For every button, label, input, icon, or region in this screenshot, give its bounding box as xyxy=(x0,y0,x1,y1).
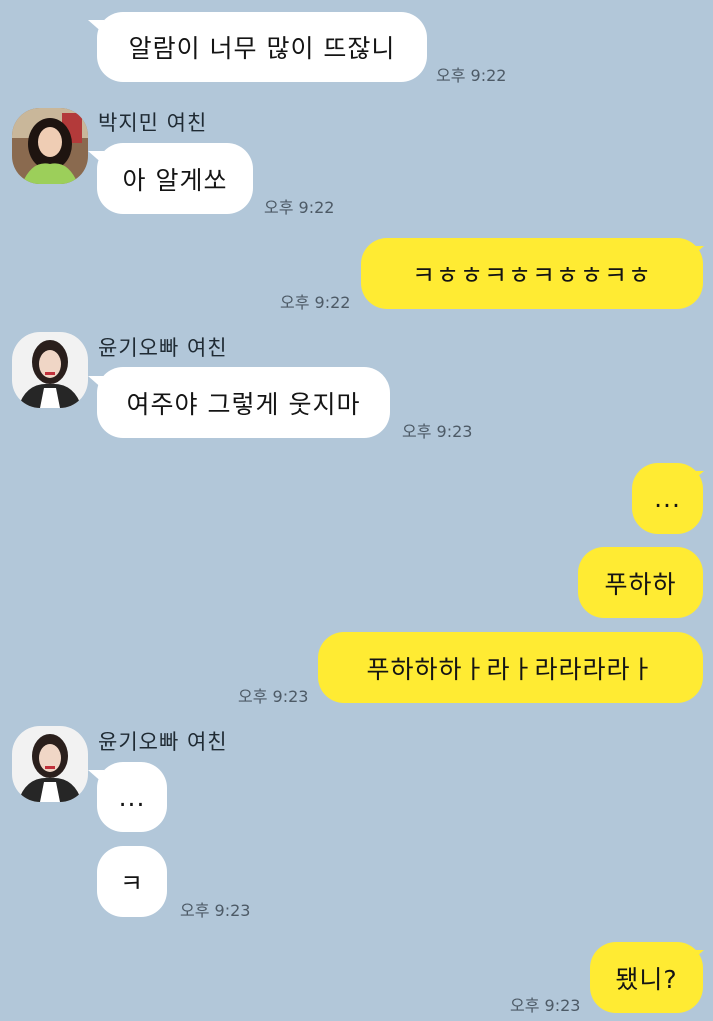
avatar-park-jimin-girlfriend[interactable] xyxy=(12,108,88,184)
message-timestamp: 오후 9:22 xyxy=(436,66,507,85)
message-timestamp: 오후 9:23 xyxy=(510,996,581,1015)
message-bubble[interactable]: ㅋㅎㅎㅋㅎㅋㅎㅎㅋㅎ xyxy=(361,238,703,309)
message-timestamp: 오후 9:22 xyxy=(264,198,335,217)
message-bubble[interactable]: 아 알게쏘 xyxy=(97,143,253,214)
message-bubble[interactable]: 여주야 그렇게 웃지마 xyxy=(97,367,390,438)
message-bubble[interactable]: 됐니? xyxy=(590,942,703,1013)
message-bubble[interactable]: 푸하하하ㅏ라ㅏ라라라라ㅏ xyxy=(318,632,703,703)
message-timestamp: 오후 9:23 xyxy=(180,901,251,920)
avatar-yoongi-oppa-girlfriend[interactable] xyxy=(12,726,88,802)
avatar-yoongi-oppa-girlfriend[interactable] xyxy=(12,332,88,408)
message-timestamp: 오후 9:22 xyxy=(280,293,351,312)
message-bubble[interactable]: ㅋ xyxy=(97,846,167,917)
message-bubble[interactable]: 알람이 너무 많이 뜨잖니 xyxy=(97,12,427,82)
message-timestamp: 오후 9:23 xyxy=(402,422,473,441)
message-timestamp: 오후 9:23 xyxy=(238,687,309,706)
message-bubble[interactable]: 푸하하 xyxy=(578,547,703,618)
message-bubble[interactable]: ... xyxy=(97,762,167,832)
sender-name: 윤기오빠 여친 xyxy=(98,336,228,360)
sender-name: 윤기오빠 여친 xyxy=(98,730,228,754)
sender-name: 박지민 여친 xyxy=(98,111,208,135)
message-bubble[interactable]: ... xyxy=(632,463,703,534)
